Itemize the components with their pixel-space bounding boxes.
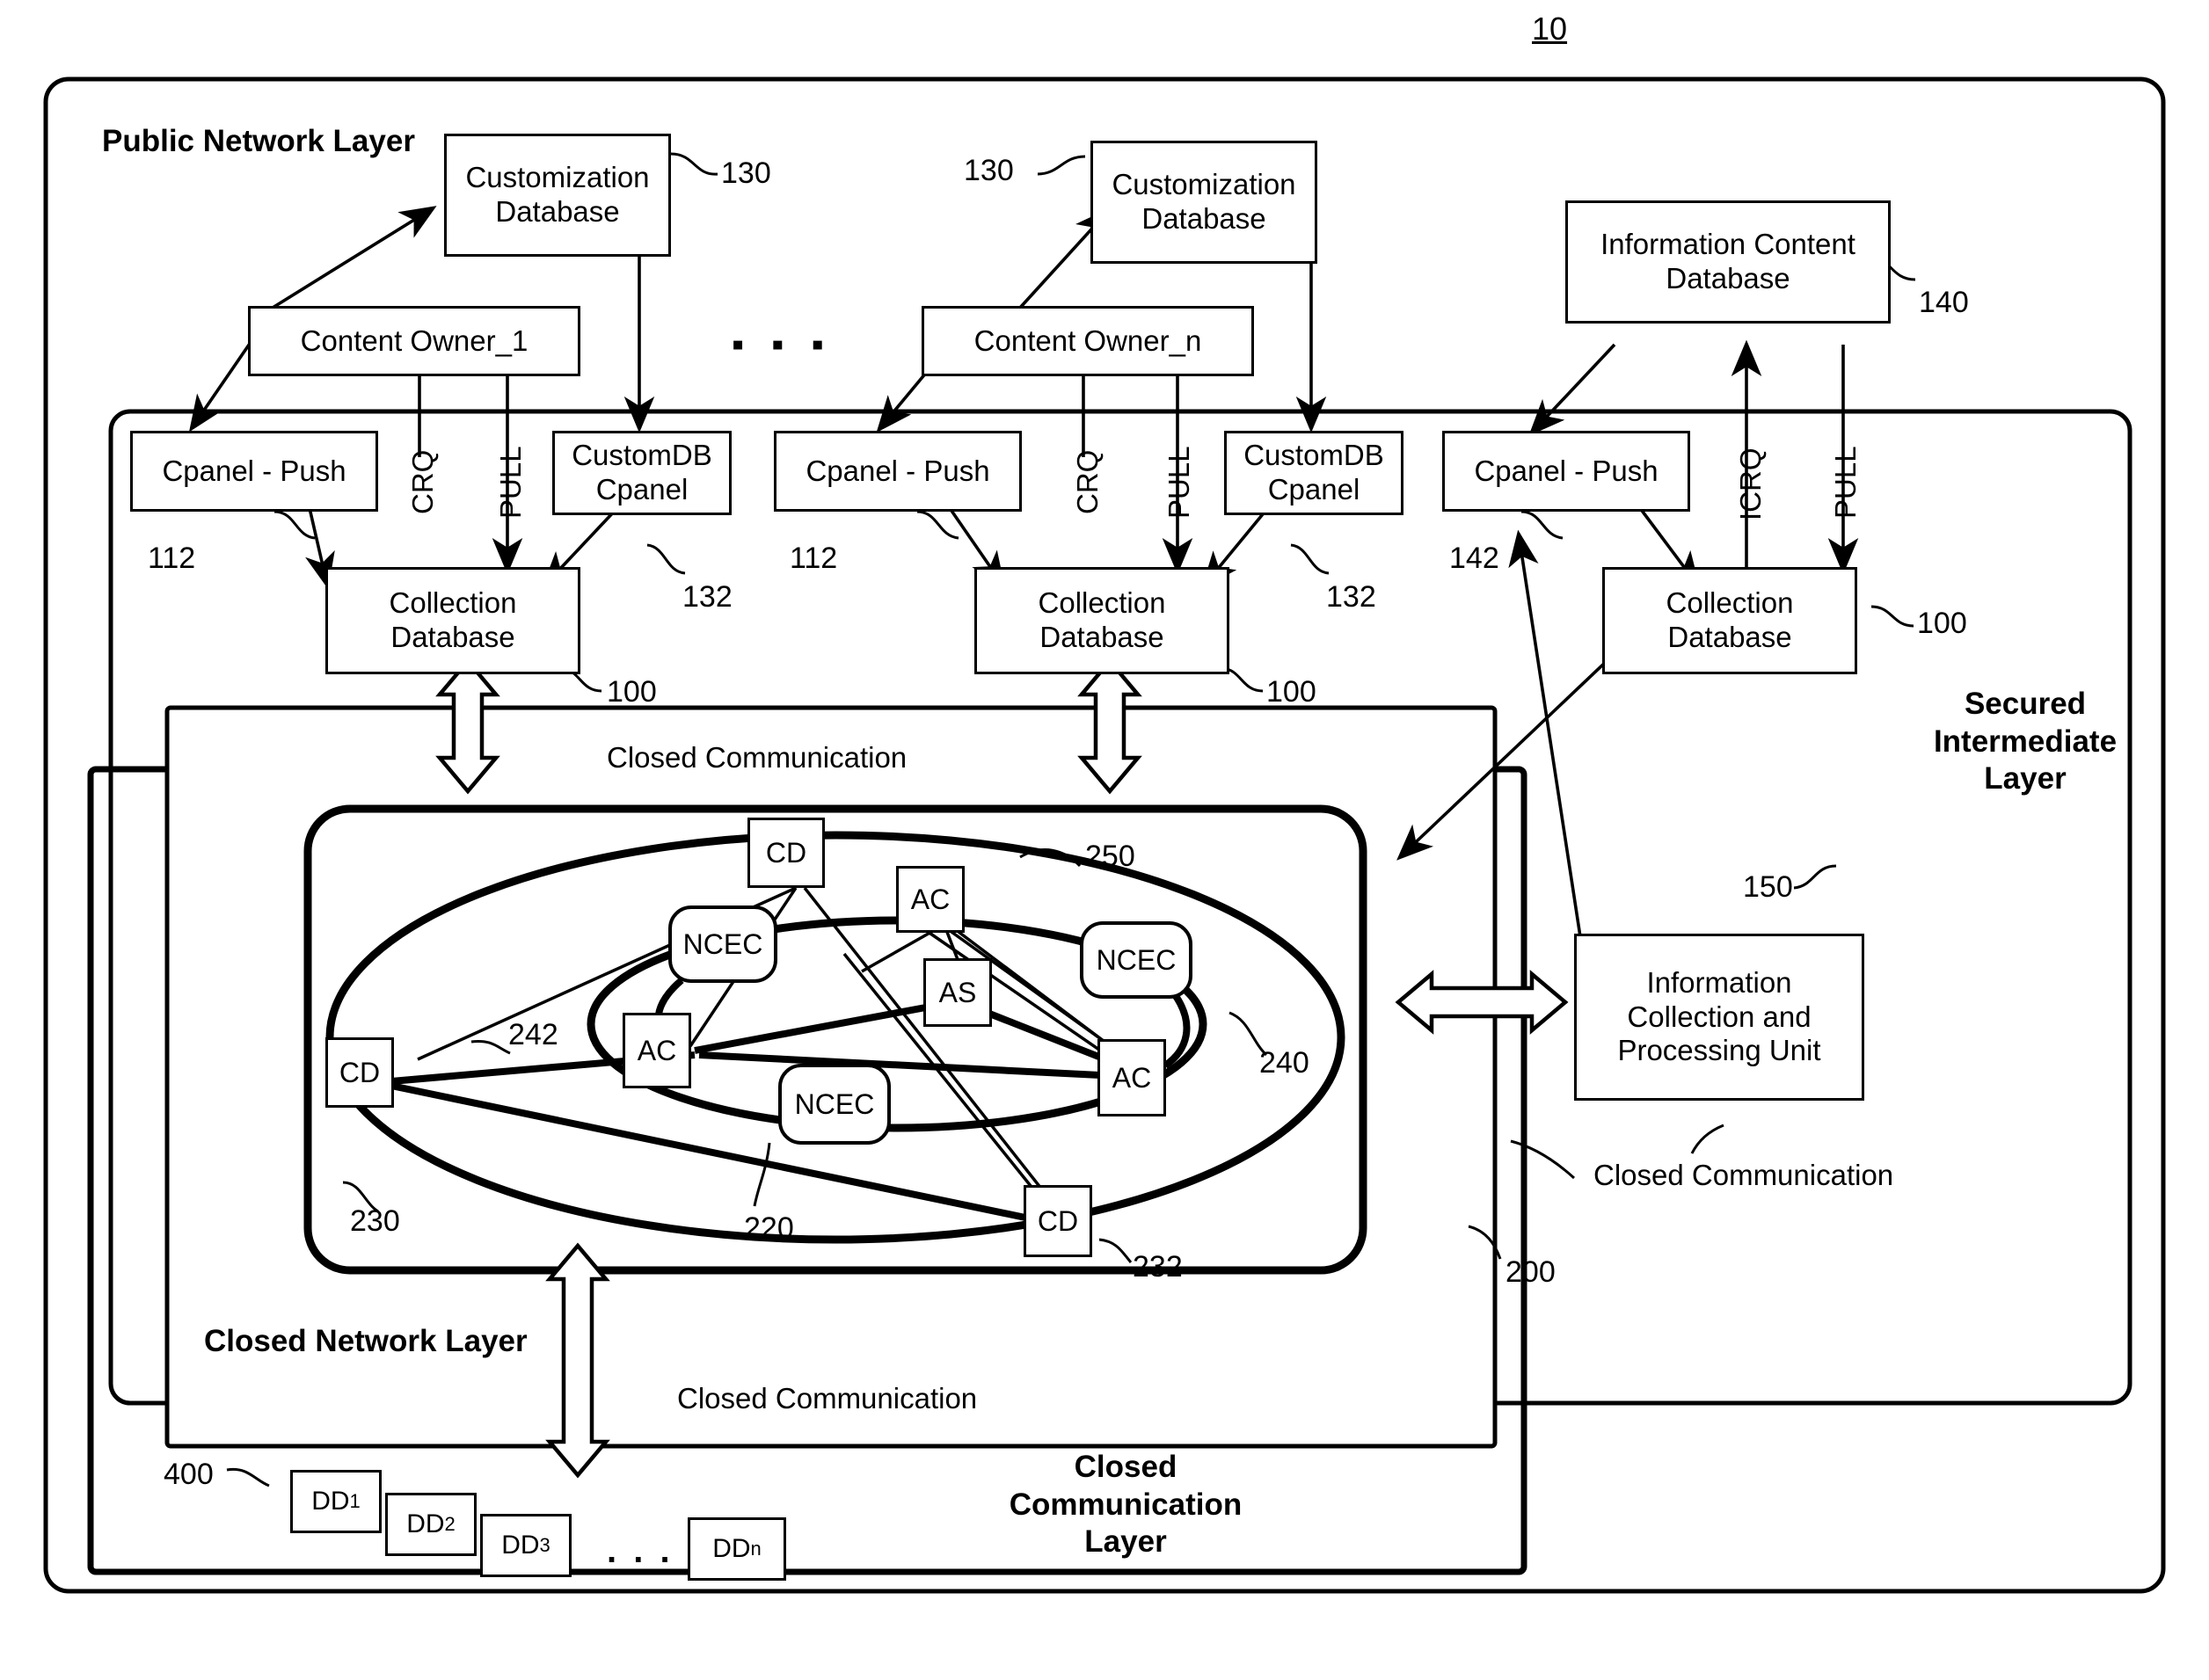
content-owner-ellipsis: ▪ ▪ ▪ — [732, 325, 833, 364]
customization-database-1: Customization Database — [444, 134, 671, 257]
customization-database-1-line1: Customization — [465, 161, 650, 194]
content-owner-1: Content Owner_1 — [248, 306, 580, 376]
device-dd2-sub: 2 — [444, 1513, 456, 1535]
node-ncec-left: NCEC — [668, 905, 777, 983]
collection-database-1-line2: Database — [390, 621, 515, 653]
customization-database-n-line1: Customization — [1112, 168, 1296, 201]
device-dd1-prefix: DD — [311, 1487, 350, 1516]
closed-communication-label-top: Closed Communication — [607, 741, 908, 774]
cpanel-push-1: Cpanel - Push — [130, 431, 378, 512]
node-ac-right: AC — [1097, 1039, 1166, 1116]
node-as: AS — [923, 958, 992, 1027]
information-content-database-line2: Database — [1666, 262, 1790, 295]
figure-number: 10 — [1532, 11, 1568, 47]
pull-label-2: PULL — [1163, 446, 1195, 519]
ref-220: 220 — [744, 1211, 794, 1245]
network-boundary-200 — [303, 804, 1367, 1275]
icrq-label: ICRQ — [1734, 447, 1767, 521]
ref-132-b: 132 — [1326, 580, 1376, 614]
ref-132-a: 132 — [682, 580, 733, 614]
cpanel-push-2: Cpanel - Push — [774, 431, 1022, 512]
device-ellipsis: . . . — [607, 1531, 674, 1570]
customdb-cpanel-2: CustomDB Cpanel — [1224, 431, 1403, 515]
ref-112-a: 112 — [148, 542, 196, 575]
collection-database-3: Collection Database — [1602, 567, 1857, 674]
customization-database-n: Customization Database — [1090, 141, 1317, 264]
collection-database-2: Collection Database — [974, 567, 1229, 674]
public-network-layer-label: Public Network Layer — [102, 124, 415, 158]
device-ddn-prefix: DD — [712, 1534, 751, 1563]
collection-database-2-line1: Collection — [1038, 586, 1166, 620]
node-ncec-bottom: NCEC — [778, 1064, 891, 1145]
secured-label-line3: Layer — [1984, 761, 2067, 796]
device-ddn-sub: n — [750, 1538, 762, 1560]
ref-142: 142 — [1449, 542, 1499, 575]
device-dd1: DD 1 — [290, 1470, 382, 1533]
collection-database-3-line1: Collection — [1666, 586, 1794, 620]
ref-100-b: 100 — [1266, 675, 1316, 709]
customdb-cpanel-1-line1: CustomDB — [572, 439, 712, 472]
collection-database-1-line1: Collection — [389, 586, 517, 620]
ref-232: 232 — [1133, 1250, 1183, 1284]
customization-database-n-line2: Database — [1141, 202, 1266, 235]
crq-label-1: CRQ — [406, 449, 439, 514]
secured-intermediate-layer-label: Secured Intermediate Layer — [1915, 686, 2135, 798]
node-cd-top: CD — [747, 818, 825, 888]
closed-communication-label-bottom: Closed Communication — [677, 1382, 978, 1415]
ref-230: 230 — [350, 1204, 400, 1238]
processing-unit-line3: Processing Unit — [1617, 1034, 1821, 1067]
secured-label-line1: Secured — [1964, 687, 2087, 721]
cpanel-push-3: Cpanel - Push — [1442, 431, 1690, 512]
collection-database-1: Collection Database — [325, 567, 580, 674]
information-content-database: Information Content Database — [1565, 200, 1891, 324]
customization-database-1-line2: Database — [495, 195, 620, 228]
node-ac-top: AC — [896, 866, 965, 933]
pull-label-3: PULL — [1829, 446, 1862, 519]
ref-130-a: 130 — [721, 156, 771, 190]
closed-comm-label-line1: Closed — [1074, 1450, 1177, 1484]
information-content-database-line1: Information Content — [1600, 228, 1855, 261]
ref-250: 250 — [1085, 840, 1135, 873]
crq-label-2: CRQ — [1071, 449, 1104, 514]
node-ac-left: AC — [623, 1013, 691, 1088]
ref-100-c: 100 — [1917, 607, 1967, 640]
closed-comm-label-line2: Communication — [1009, 1487, 1243, 1522]
ref-140: 140 — [1919, 286, 1969, 319]
collection-database-3-line2: Database — [1667, 621, 1792, 653]
information-collection-processing-unit: Information Collection and Processing Un… — [1574, 934, 1864, 1101]
secured-label-line2: Intermediate — [1933, 724, 2118, 759]
device-ddn: DD n — [688, 1517, 786, 1581]
customdb-cpanel-2-line1: CustomDB — [1243, 439, 1384, 472]
ref-240: 240 — [1259, 1046, 1309, 1080]
closed-communication-label-right: Closed Communication — [1593, 1159, 1894, 1191]
ref-400: 400 — [164, 1458, 214, 1491]
ref-112-b: 112 — [790, 542, 838, 575]
ref-130-b: 130 — [964, 154, 1014, 187]
node-cd-left: CD — [325, 1037, 394, 1108]
device-dd1-sub: 1 — [349, 1490, 361, 1512]
ref-150: 150 — [1743, 870, 1793, 904]
customdb-cpanel-1-line2: Cpanel — [595, 473, 689, 505]
pull-label-1: PULL — [494, 446, 527, 519]
processing-unit-line2: Collection and — [1627, 1000, 1812, 1033]
patent-figure: 10 Public Network Layer Customization Da… — [0, 0, 2209, 1680]
ref-100-a: 100 — [607, 675, 657, 709]
device-dd2-prefix: DD — [406, 1509, 445, 1538]
ref-242: 242 — [508, 1018, 558, 1051]
processing-unit-line1: Information — [1646, 965, 1792, 999]
content-owner-n: Content Owner_n — [922, 306, 1254, 376]
node-cd-bottom: CD — [1024, 1185, 1092, 1257]
device-dd3-sub: 3 — [539, 1534, 550, 1556]
customdb-cpanel-1: CustomDB Cpanel — [552, 431, 732, 515]
device-dd3: DD 3 — [480, 1514, 572, 1577]
collection-database-2-line2: Database — [1039, 621, 1164, 653]
closed-communication-layer-label: Closed Communication Layer — [967, 1449, 1284, 1561]
device-dd3-prefix: DD — [501, 1531, 540, 1560]
node-ncec-right: NCEC — [1080, 921, 1192, 999]
ref-200: 200 — [1505, 1255, 1556, 1289]
device-dd2: DD 2 — [385, 1493, 477, 1556]
closed-network-layer-label: Closed Network Layer — [204, 1324, 528, 1358]
customdb-cpanel-2-line2: Cpanel — [1267, 473, 1360, 505]
closed-comm-label-line3: Layer — [1084, 1524, 1167, 1560]
